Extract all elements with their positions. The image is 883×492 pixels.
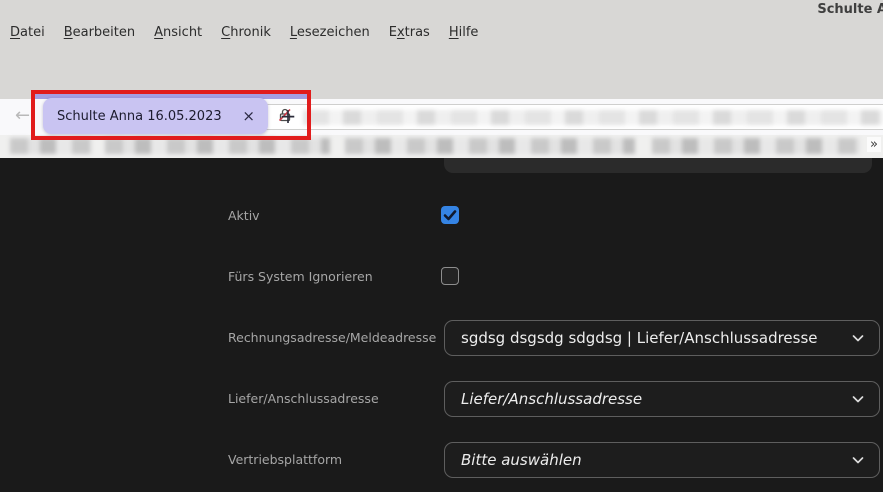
menu-extras[interactable]: Extras <box>389 25 430 40</box>
window-titlebar: Schulte A <box>0 0 883 20</box>
select-value: Liefer/Anschlussadresse <box>461 390 851 408</box>
select-value: Bitte auswählen <box>461 451 851 469</box>
field-label-vertriebsplattform: Vertriebsplattform <box>228 452 342 467</box>
chevron-down-icon <box>851 331 865 345</box>
chevron-down-icon <box>851 453 865 467</box>
bookmark-item-redacted[interactable] <box>10 138 92 154</box>
menu-hilfe[interactable]: Hilfe <box>449 25 479 40</box>
menu-bar: Datei Bearbeiten Ansicht Chronik Lesezei… <box>10 25 478 40</box>
menu-ansicht[interactable]: Ansicht <box>154 25 202 40</box>
red-annotation-rectangle <box>31 90 311 140</box>
menu-datei[interactable]: Datei <box>10 25 45 40</box>
menu-lesezeichen[interactable]: Lesezeichen <box>290 25 370 40</box>
select-cut-off-top[interactable] <box>444 158 872 173</box>
url-bar[interactable] <box>243 104 883 130</box>
back-icon[interactable]: ← <box>15 103 30 129</box>
select-vertriebsplattform[interactable]: Bitte auswählen <box>444 442 880 478</box>
bookmarks-overflow-icon[interactable]: » <box>867 137 881 152</box>
menu-chronik[interactable]: Chronik <box>221 25 271 40</box>
bookmark-item-redacted[interactable] <box>105 138 330 154</box>
field-label-lieferadresse: Liefer/Anschlussadresse <box>228 391 379 406</box>
select-value: sgdsg dsgsdg sdgdsg | Liefer/Anschlussad… <box>461 329 851 347</box>
field-label-aktiv: Aktiv <box>228 208 260 223</box>
field-label-fuers-system-ignorieren: Fürs System Ignorieren <box>228 269 373 284</box>
window-title: Schulte A <box>817 2 883 17</box>
chevron-down-icon <box>851 392 865 406</box>
checkbox-aktiv[interactable] <box>441 206 459 224</box>
url-text-redacted <box>303 110 883 125</box>
tab-strip: Schulte Anna 16.05.2023 × + <box>0 46 883 99</box>
bookmark-item-redacted[interactable] <box>652 138 860 154</box>
checkbox-fuers-system-ignorieren[interactable] <box>441 267 459 285</box>
menu-bearbeiten[interactable]: Bearbeiten <box>64 25 135 40</box>
select-lieferadresse[interactable]: Liefer/Anschlussadresse <box>444 381 880 417</box>
field-label-rechnungsadresse: Rechnungsadresse/Meldeadresse <box>228 330 436 345</box>
select-rechnungsadresse[interactable]: sgdsg dsgsdg sdgdsg | Liefer/Anschlussad… <box>444 320 880 356</box>
bookmark-item-redacted[interactable] <box>345 138 635 154</box>
